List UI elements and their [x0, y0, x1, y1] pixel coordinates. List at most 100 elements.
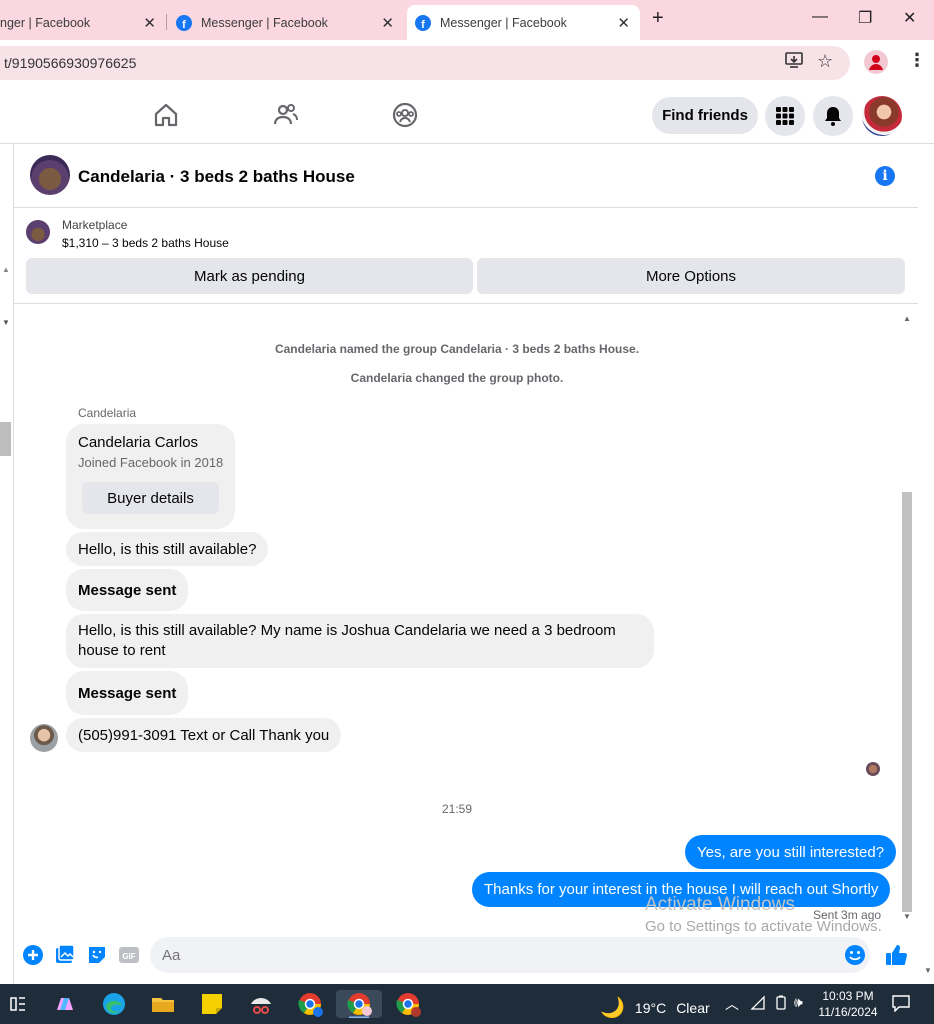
- home-icon[interactable]: [153, 102, 179, 128]
- thumbs-up-icon[interactable]: [884, 943, 907, 965]
- restore-icon[interactable]: ❐: [858, 8, 872, 28]
- scroll-up-arrow-icon[interactable]: ▲: [2, 265, 10, 274]
- info-icon[interactable]: i: [875, 166, 895, 186]
- minimize-icon[interactable]: —: [812, 8, 828, 26]
- buyer-profile-card: Candelaria Carlos Joined Facebook in 201…: [66, 424, 235, 529]
- chrome-active-window-icon[interactable]: [336, 990, 382, 1020]
- close-tab-icon[interactable]: ✕: [143, 14, 156, 32]
- snipping-tool-icon[interactable]: [247, 990, 275, 1018]
- find-friends-button[interactable]: Find friends: [652, 97, 758, 134]
- sticker-icon[interactable]: [86, 944, 108, 966]
- thread-scrollbar-thumb[interactable]: [902, 492, 912, 912]
- copilot-icon[interactable]: [51, 990, 79, 1018]
- more-actions-plus-icon[interactable]: [22, 944, 44, 966]
- sticky-notes-icon[interactable]: [198, 990, 226, 1018]
- notifications-bell-icon[interactable]: [813, 96, 853, 136]
- weather-condition: Clear: [676, 999, 710, 1016]
- left-pane-edge: ▲ ▼: [0, 144, 14, 984]
- svg-text:GIF: GIF: [122, 952, 135, 961]
- battery-icon[interactable]: [773, 995, 789, 1016]
- left-scrollbar-thumb[interactable]: [0, 422, 11, 456]
- facebook-favicon-icon: f: [176, 14, 192, 31]
- incoming-message[interactable]: Message sent: [66, 569, 189, 611]
- profile-icon[interactable]: [864, 50, 888, 74]
- scroll-down-arrow-icon[interactable]: ▼: [2, 318, 10, 327]
- system-message: Candelaria changed the group photo.: [350, 371, 564, 385]
- system-clock[interactable]: 10:03 PM 11/16/2024: [810, 988, 886, 1020]
- incoming-message[interactable]: Message sent: [66, 671, 189, 715]
- sender-name: Candelaria: [78, 406, 137, 420]
- scroll-down-arrow-icon[interactable]: ▼: [924, 966, 932, 975]
- task-view-icon[interactable]: [4, 990, 32, 1018]
- moon-icon: 🌙: [600, 997, 625, 1019]
- tab-divider: [166, 14, 167, 30]
- url-field[interactable]: t/9190566930976625: [0, 46, 850, 80]
- tab-title: Messenger | Facebook: [201, 15, 328, 30]
- conversation-header: Candelaria · 3 beds 2 baths House i: [14, 144, 918, 208]
- tab-title: nger | Facebook: [0, 15, 91, 30]
- tab-title: Messenger | Facebook: [440, 15, 567, 30]
- marketplace-listing-bar: Marketplace $1,310 – 3 beds 2 baths Hous…: [14, 208, 918, 304]
- browser-tab-3-active[interactable]: f Messenger | Facebook ✕: [407, 5, 640, 40]
- thread-scrollbar[interactable]: ▲ ▼: [901, 314, 913, 924]
- bookmark-star-icon[interactable]: ☆: [817, 51, 833, 72]
- attach-photo-icon[interactable]: [54, 944, 76, 966]
- sender-avatar[interactable]: [30, 724, 58, 752]
- close-window-icon[interactable]: ✕: [903, 8, 916, 28]
- windows-taskbar: 🌙 19°C Clear ︿ 🕪 10:03 PM 11/16/2024: [0, 984, 934, 1024]
- clock-date: 11/16/2024: [818, 1005, 878, 1019]
- close-tab-icon[interactable]: ✕: [381, 14, 394, 32]
- gif-icon[interactable]: GIF: [118, 944, 140, 966]
- scroll-down-arrow-icon[interactable]: ▼: [903, 912, 911, 921]
- read-receipt-avatar: [866, 762, 880, 776]
- message-input[interactable]: [150, 937, 870, 973]
- notification-center-icon[interactable]: [892, 994, 910, 1017]
- conversation-title[interactable]: Candelaria · 3 beds 2 baths House: [78, 167, 355, 187]
- incoming-message[interactable]: (505)991-3091 Text or Call Thank you: [66, 718, 342, 752]
- facebook-favicon-icon: f: [415, 14, 431, 31]
- close-tab-icon[interactable]: ✕: [617, 14, 630, 32]
- temperature: 19°C: [634, 999, 667, 1016]
- volume-icon[interactable]: 🕪: [794, 994, 803, 1011]
- edge-browser-icon[interactable]: [100, 990, 128, 1018]
- buyer-details-button[interactable]: Buyer details: [82, 482, 219, 514]
- message-composer: GIF: [14, 934, 918, 984]
- install-app-icon[interactable]: [785, 52, 803, 73]
- menu-grid-icon[interactable]: [765, 96, 805, 136]
- buyer-name: Candelaria Carlos: [78, 434, 199, 451]
- browser-tab-2[interactable]: f Messenger | Facebook ✕: [168, 5, 404, 40]
- emoji-icon[interactable]: [844, 944, 866, 966]
- mark-as-pending-button[interactable]: Mark as pending: [26, 258, 473, 294]
- network-icon[interactable]: [750, 995, 766, 1016]
- message-timestamp: 21:59: [441, 802, 473, 816]
- new-tab-icon[interactable]: +: [652, 7, 664, 30]
- file-explorer-icon[interactable]: [149, 990, 177, 1018]
- listing-title[interactable]: $1,310 – 3 beds 2 baths House: [62, 236, 229, 250]
- scroll-up-arrow-icon[interactable]: ▲: [903, 314, 911, 323]
- friends-icon[interactable]: [273, 102, 299, 128]
- marketplace-label: Marketplace: [62, 218, 128, 232]
- more-options-button[interactable]: More Options: [477, 258, 905, 294]
- incoming-message[interactable]: Hello, is this still available? My name …: [66, 614, 654, 668]
- windows-watermark-title: Activate Windows: [645, 894, 795, 915]
- account-avatar[interactable]: [862, 96, 902, 136]
- show-hidden-icons-chevron-icon[interactable]: ︿: [725, 994, 739, 1014]
- address-bar: t/9190566930976625 ☆ ⋮: [0, 40, 934, 86]
- clock-time: 10:03 PM: [822, 989, 874, 1003]
- windows-watermark-subtitle: Go to Settings to activate Windows.: [645, 918, 882, 934]
- outgoing-message[interactable]: Yes, are you still interested?: [685, 835, 897, 869]
- incoming-message[interactable]: Hello, is this still available?: [66, 532, 269, 566]
- browser-tab-strip: nger | Facebook ✕ f Messenger | Facebook…: [0, 0, 934, 40]
- chrome-profile-c-icon[interactable]: [394, 990, 422, 1018]
- chrome-profile-a-icon[interactable]: [296, 990, 324, 1018]
- group-photo[interactable]: [30, 155, 70, 195]
- system-message: Candelaria named the group Candelaria · …: [274, 342, 640, 356]
- listing-thumbnail[interactable]: [26, 220, 50, 244]
- weather-widget[interactable]: 🌙 19°C Clear: [600, 995, 710, 1020]
- groups-icon[interactable]: [392, 102, 418, 128]
- message-thread: Candelaria named the group Candelaria · …: [14, 304, 918, 934]
- browser-tab-1[interactable]: nger | Facebook ✕: [0, 5, 166, 40]
- page-scrollbar[interactable]: ▼: [922, 144, 934, 984]
- browser-menu-icon[interactable]: ⋮: [908, 50, 926, 71]
- buyer-joined: Joined Facebook in 2018: [78, 455, 224, 470]
